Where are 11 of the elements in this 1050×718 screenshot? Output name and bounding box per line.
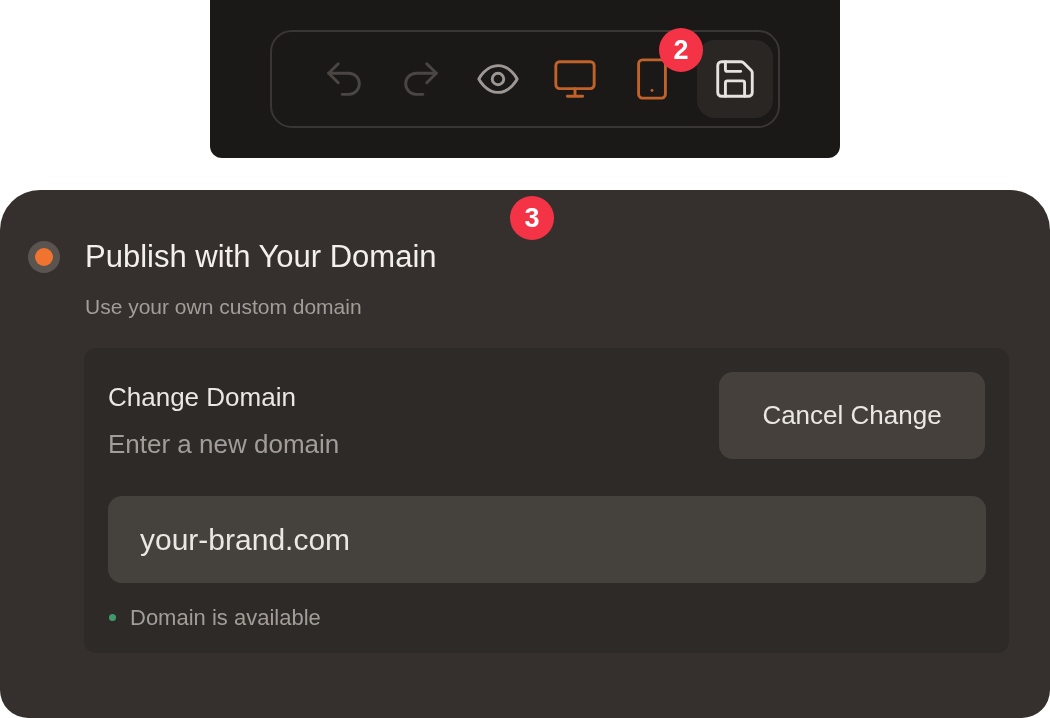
option-title: Publish with Your Domain (85, 238, 437, 276)
badge: 3 (510, 196, 554, 240)
section-hint: Enter a new domain (108, 428, 340, 461)
section-title: Change Domain (108, 381, 297, 414)
toolbar-button[interactable] (697, 40, 773, 118)
badge: 2 (659, 28, 703, 72)
radio-button[interactable] (28, 241, 60, 274)
option-subtitle: Use your own custom domain (85, 293, 363, 320)
status-text: Domain is available (130, 604, 321, 632)
cancel-button[interactable]: Cancel Change (719, 372, 985, 459)
domain-input[interactable]: your-brand.com (108, 496, 986, 583)
